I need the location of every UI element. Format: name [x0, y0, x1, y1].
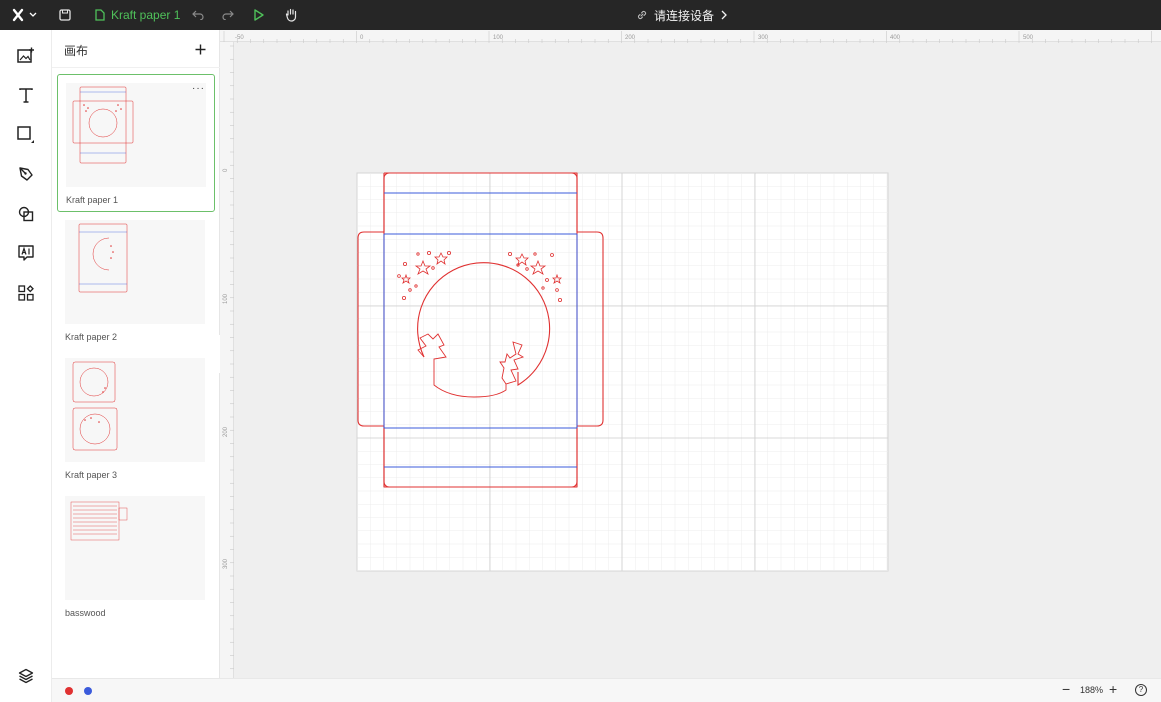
ruler-label: 400: [890, 35, 901, 41]
design-workspace[interactable]: [234, 42, 1161, 678]
image-add-icon: [17, 47, 34, 63]
text-icon: [19, 87, 33, 103]
apps-icon: [18, 285, 34, 301]
ruler-label: 500: [1023, 35, 1034, 41]
link-icon: [637, 10, 647, 20]
document-title[interactable]: Kraft paper 1: [95, 0, 180, 30]
canvas-thumbnail: [65, 220, 205, 324]
ruler-label: 0: [223, 168, 229, 172]
add-canvas-button[interactable]: [190, 39, 210, 59]
card-more-button[interactable]: ···: [192, 83, 205, 94]
canvas-thumbnail: [65, 496, 205, 600]
status-bar: − 188% + ?: [52, 678, 1161, 702]
canvas-card-label: Kraft paper 3: [65, 470, 118, 480]
canvas-thumbnail: [65, 358, 205, 462]
ruler-label: 300: [223, 558, 229, 569]
undo-button[interactable]: [190, 0, 206, 30]
canvas-card-label: Kraft paper 1: [66, 195, 119, 205]
canvas-card-basswood[interactable]: basswood: [57, 488, 215, 626]
ruler-label: 100: [493, 35, 504, 41]
document-title-text: Kraft paper 1: [111, 8, 181, 22]
redo-icon: [222, 10, 234, 20]
horizontal-ruler: -50 0 100 200 300 400 500: [220, 30, 1161, 43]
square-icon: [17, 126, 34, 143]
ruler-label: 200: [223, 426, 229, 437]
canvas-panel: 画布 ··· Kraft paper 1 Kraft paper 2 Kraft…: [52, 30, 220, 678]
pen-tool-button[interactable]: [14, 162, 38, 186]
ai-tool-button[interactable]: [14, 241, 38, 265]
canvas-thumbnail: [66, 83, 206, 187]
layer-color-blue[interactable]: [84, 687, 92, 695]
undo-icon: [192, 10, 204, 20]
hand-icon: [285, 8, 296, 22]
app-menu-button[interactable]: [8, 0, 42, 30]
app-logo-icon: [12, 8, 37, 22]
ai-icon: [18, 245, 34, 261]
canvas-card-label: Kraft paper 2: [65, 332, 118, 342]
zoom-in-button[interactable]: +: [1109, 681, 1117, 697]
canvas-panel-title: 画布: [64, 44, 89, 58]
connect-device-label: 请连接设备: [654, 8, 715, 23]
pen-icon: [19, 167, 33, 181]
chevron-right-icon: [721, 10, 727, 20]
canvas-card-kraft-paper-1[interactable]: ··· Kraft paper 1: [57, 74, 215, 212]
zoom-level[interactable]: 188%: [1080, 685, 1103, 695]
canvas-panel-header: 画布: [52, 30, 220, 68]
layers-icon: [18, 668, 34, 684]
canvas-card-kraft-paper-2[interactable]: Kraft paper 2: [57, 212, 215, 350]
apps-tool-button[interactable]: [14, 281, 38, 305]
help-icon[interactable]: ?: [1135, 684, 1147, 696]
ruler-label: 0: [360, 35, 364, 41]
tool-rail: [0, 30, 52, 702]
ruler-label: -50: [235, 35, 244, 41]
shape-tool-button[interactable]: [14, 123, 38, 147]
save-button[interactable]: [56, 0, 74, 30]
vertical-ruler: 0 100 200 300: [220, 42, 234, 678]
plus-icon: [195, 44, 205, 54]
pan-tool-button[interactable]: [283, 0, 299, 30]
elements-tool-button[interactable]: [14, 202, 38, 226]
file-icon: [95, 9, 105, 21]
ruler-label: 100: [223, 293, 229, 304]
connect-device-button[interactable]: 请连接设备: [636, 0, 728, 30]
app-window: Kraft paper 1 请连接设备 画布 ··· Kraft paper 1…: [0, 0, 1161, 702]
zoom-out-button[interactable]: −: [1062, 681, 1070, 697]
add-image-button[interactable]: [14, 43, 38, 67]
play-icon: [254, 9, 264, 21]
layer-color-red[interactable]: [65, 687, 73, 695]
ruler-label: 300: [758, 35, 769, 41]
run-button[interactable]: [251, 0, 267, 30]
text-tool-button[interactable]: [14, 83, 38, 107]
canvas-card-label: basswood: [65, 608, 106, 618]
save-icon: [59, 9, 71, 21]
layers-button[interactable]: [14, 664, 38, 688]
canvas-card-kraft-paper-3[interactable]: Kraft paper 3: [57, 350, 215, 488]
shapes-icon: [18, 206, 34, 222]
redo-button[interactable]: [220, 0, 236, 30]
ruler-label: 200: [625, 35, 636, 41]
top-bar: Kraft paper 1 请连接设备: [0, 0, 1161, 30]
